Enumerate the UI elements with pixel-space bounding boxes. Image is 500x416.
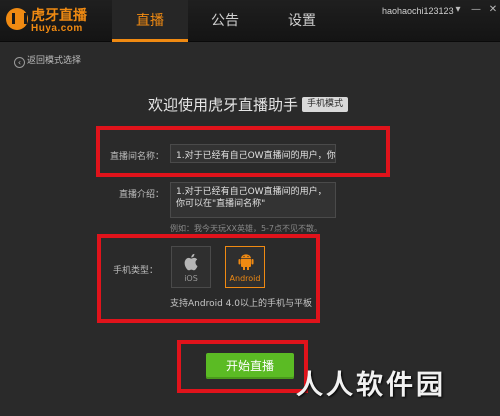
huya-logo-icon	[6, 8, 28, 30]
page-title: 欢迎使用虎牙直播助手	[148, 96, 299, 114]
logo-text-cn: 虎牙直播	[31, 8, 87, 24]
top-bar: 虎牙直播 Huya.com 直播 公告 设置 haohaochi123123 ▾…	[0, 0, 500, 42]
tab-announcement[interactable]: 公告	[195, 0, 255, 42]
stream-intro-textarea[interactable]: 1.对于已经有自己OW直播间的用户，你可以在"直播间名称"	[170, 182, 336, 218]
watermark: 人人软件园	[296, 370, 446, 401]
app-logo: 虎牙直播 Huya.com	[6, 5, 96, 37]
back-label: 返回模式选择	[27, 56, 82, 66]
menu-icon[interactable]: ▾	[451, 3, 465, 17]
minimize-icon[interactable]: —	[469, 3, 483, 17]
highlight-box-start-button	[177, 340, 308, 393]
logo-text-en: Huya.com	[31, 23, 83, 34]
back-arrow-icon: ‹	[14, 57, 25, 68]
highlight-box-stream-name	[96, 126, 390, 177]
mode-badge: 手机模式	[302, 97, 348, 112]
tab-settings[interactable]: 设置	[272, 0, 332, 42]
username: haohaochi123123	[382, 6, 454, 16]
highlight-box-device-type	[97, 234, 320, 323]
tab-live[interactable]: 直播	[112, 0, 188, 42]
stream-intro-label: 直播介绍：	[118, 190, 164, 200]
back-to-mode-select[interactable]: ‹ 返回模式选择	[14, 53, 81, 68]
close-icon[interactable]: ✕	[486, 3, 500, 17]
intro-hint: 例如：我今天玩XX英雄，5-7点不见不散。	[170, 224, 323, 233]
